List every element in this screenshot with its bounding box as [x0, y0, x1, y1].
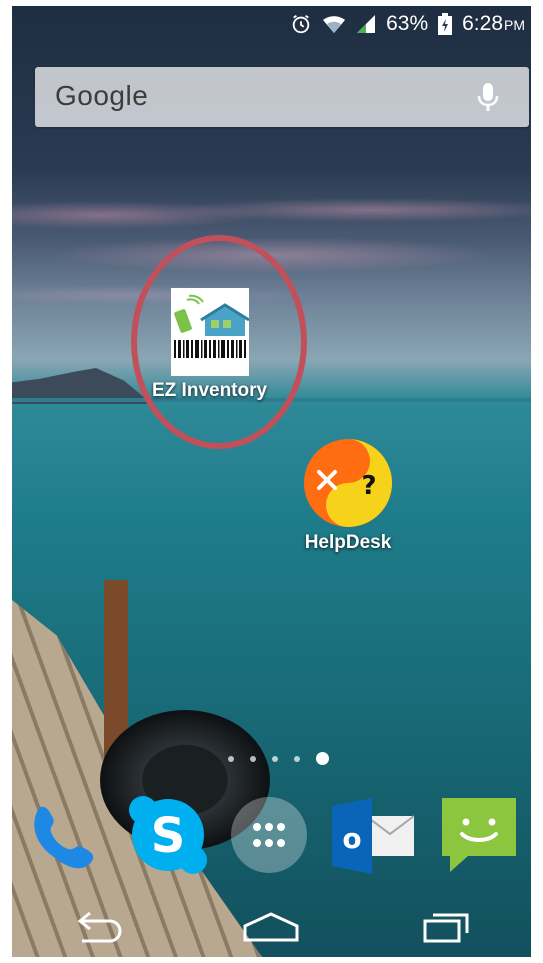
app-drawer-icon[interactable] — [229, 795, 309, 880]
frame-left — [0, 0, 12, 963]
frame-bottom — [0, 957, 543, 963]
page-indicator — [228, 752, 329, 765]
app-label-ez-inventory: EZ Inventory — [152, 380, 268, 401]
wifi-icon — [322, 13, 346, 35]
svg-text:S: S — [151, 808, 186, 864]
skype-icon[interactable]: S — [125, 792, 211, 883]
page-dot[interactable] — [250, 755, 256, 762]
dock: S o — [12, 792, 531, 882]
frame-top — [0, 0, 543, 6]
ez-inventory-icon — [170, 288, 250, 376]
page-dot[interactable] — [294, 755, 300, 762]
page-dot[interactable] — [272, 755, 278, 762]
page-dot-active[interactable] — [316, 752, 329, 765]
svg-text:o: o — [342, 822, 361, 855]
app-label-helpdesk: HelpDesk — [304, 532, 392, 553]
helpdesk-icon: ? — [303, 438, 393, 528]
google-search-bar[interactable]: Google — [35, 67, 529, 127]
navigation-bar — [12, 896, 531, 963]
clock-ampm: PM — [504, 17, 525, 33]
page-dot[interactable] — [228, 755, 234, 762]
signal-icon — [356, 14, 376, 34]
messaging-icon[interactable] — [436, 792, 522, 883]
google-logo: Google — [55, 80, 149, 111]
status-bar: 63% 6:28PM — [290, 8, 525, 40]
battery-percent: 63% — [386, 12, 429, 35]
battery-charging-icon — [438, 13, 453, 35]
alarm-icon — [290, 13, 312, 35]
mic-icon[interactable] — [475, 81, 501, 120]
clock-time: 6:28 — [462, 12, 503, 35]
phone-icon[interactable] — [21, 792, 107, 883]
recents-icon[interactable] — [417, 909, 473, 950]
back-icon[interactable] — [70, 909, 126, 950]
home-icon[interactable] — [241, 910, 301, 949]
app-helpdesk[interactable]: ? HelpDesk — [303, 438, 393, 554]
frame-right — [531, 0, 543, 963]
home-screen: 63% 6:28PM Google EZ Inventory ? HelpDes… — [0, 0, 543, 963]
clock: 6:28PM — [462, 12, 525, 36]
app-ez-inventory[interactable]: EZ Inventory — [152, 288, 267, 402]
outlook-icon[interactable]: o — [328, 792, 418, 883]
svg-text:?: ? — [361, 471, 376, 501]
